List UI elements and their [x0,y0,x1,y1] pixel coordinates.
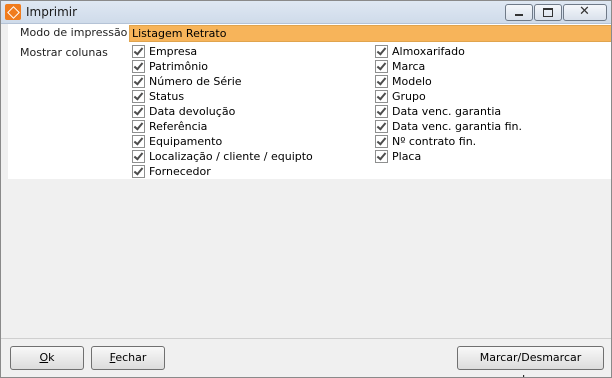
column-checkbox-item[interactable]: Localização / cliente / equipto [132,149,313,164]
button-bar: Ok Fechar Marcar/Desmarcar colunas [1,338,611,377]
column-checkbox-item[interactable]: Patrimônio [132,59,208,74]
close-icon: ✕ [579,4,590,19]
checkbox[interactable] [375,90,388,103]
checkbox[interactable] [375,135,388,148]
checkbox-label: Status [149,90,185,103]
checkbox-label: Data venc. garantia fin. [392,120,523,133]
checkbox-label: Equipamento [149,135,223,148]
checkbox[interactable] [132,165,145,178]
checkbox-label: Modelo [392,75,432,88]
ok-button[interactable]: Ok [10,346,84,370]
checkbox[interactable] [132,75,145,88]
checkbox-label: Data venc. garantia [392,105,502,118]
checkbox-label: Fornecedor [149,165,211,178]
column-checkbox-item[interactable]: Data devolução [132,104,235,119]
checkbox[interactable] [132,120,145,133]
checkbox-label: Marca [392,60,426,73]
checkbox-label: Empresa [149,45,198,58]
close-button[interactable]: ✕ [563,4,607,21]
checkbox-label: Placa [392,150,422,163]
column-checkbox-item[interactable]: Grupo [375,89,426,104]
checkbox[interactable] [132,150,145,163]
column-checkbox-item[interactable]: Equipamento [132,134,222,149]
minimize-button[interactable] [505,4,533,21]
column-checkbox-item[interactable]: Empresa [132,44,197,59]
column-checkbox-item[interactable]: Placa [375,149,421,164]
column-checkbox-item[interactable]: Número de Série [132,74,242,89]
toggle-columns-button[interactable]: Marcar/Desmarcar colunas [457,346,604,377]
checkbox-label: Localização / cliente / equipto [149,150,313,163]
checkbox[interactable] [132,45,145,58]
column-checkbox-item[interactable]: Status [132,89,184,104]
column-checkbox-item[interactable]: Data venc. garantia [375,104,501,119]
ok-mnemonic: O [39,351,49,364]
column-checkbox-item[interactable]: Marca [375,59,425,74]
checkbox-label: Referência [149,120,208,133]
column-checkbox-item[interactable]: Modelo [375,74,432,89]
print-dialog: Imprimir ✕ Modo de impressão Listagem Re… [0,0,612,378]
column-checkbox-item[interactable]: Nº contrato fin. [375,134,476,149]
app-icon [5,4,21,20]
checkbox[interactable] [132,90,145,103]
checkbox-label: Grupo [392,90,426,103]
checkbox-label: Patrimônio [149,60,208,73]
checkbox-label: Almoxarifado [392,45,465,58]
column-checkbox-item[interactable]: Fornecedor [132,164,211,179]
checkbox[interactable] [375,45,388,58]
checkbox[interactable] [375,105,388,118]
close-label-rest: echar [115,351,147,364]
print-mode-select[interactable]: Listagem Retrato [129,25,611,42]
checkbox[interactable] [375,60,388,73]
ok-label-rest: k [48,351,55,364]
checkbox[interactable] [132,105,145,118]
column-checkbox-item[interactable]: Data venc. garantia fin. [375,119,522,134]
checkbox[interactable] [132,60,145,73]
checkbox[interactable] [375,75,388,88]
checkbox-label: Data devolução [149,105,236,118]
window-title: Imprimir [26,5,78,19]
options-panel: Modo de impressão Listagem Retrato Mostr… [8,24,611,179]
checkbox-label: Nº contrato fin. [392,135,477,148]
checkbox[interactable] [375,150,388,163]
maximize-button[interactable] [534,4,562,21]
checkbox[interactable] [375,120,388,133]
checkbox-label: Número de Série [149,75,242,88]
show-columns-label: Mostrar colunas [20,46,108,59]
title-bar: Imprimir ✕ [1,1,611,24]
close-dialog-button[interactable]: Fechar [91,346,165,370]
column-checkbox-item[interactable]: Referência [132,119,207,134]
checkbox[interactable] [132,135,145,148]
print-mode-label: Modo de impressão [20,26,128,39]
column-checkbox-item[interactable]: Almoxarifado [375,44,465,59]
